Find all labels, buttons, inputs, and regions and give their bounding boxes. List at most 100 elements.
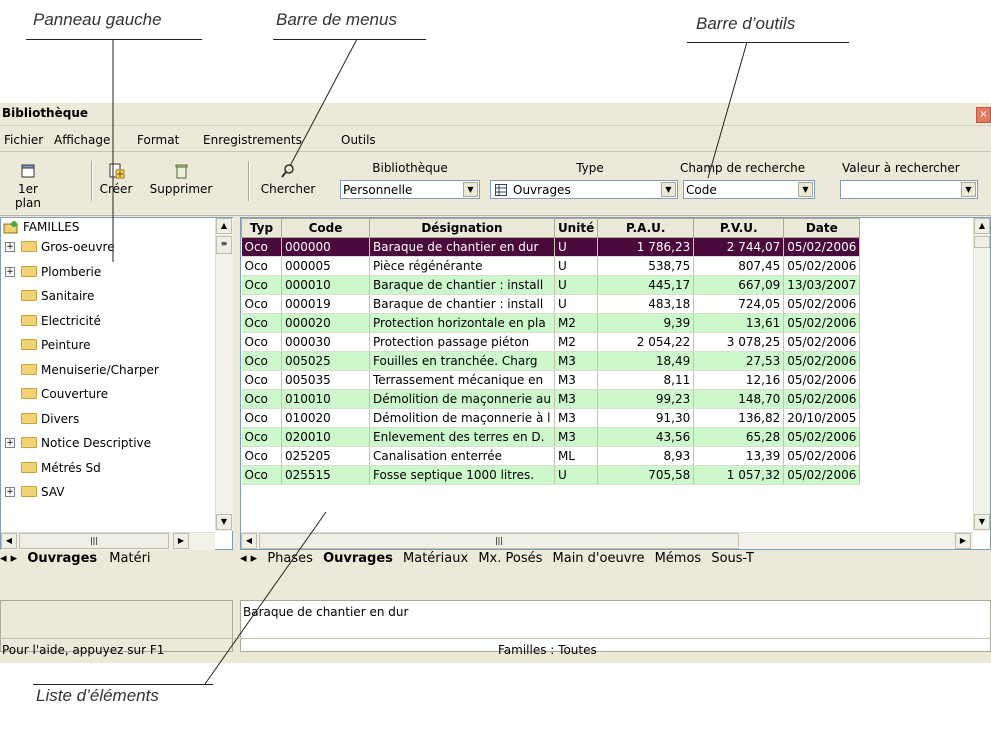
table-cell: Fouilles en tranchée. Charg <box>369 351 555 371</box>
tab-materiaux-left[interactable]: Matéri <box>109 551 150 566</box>
tab-main-doeuvre[interactable]: Main d'oeuvre <box>553 551 645 566</box>
tree-item[interactable]: Notice Descriptive <box>41 434 151 452</box>
menu-enregistrements[interactable]: Enregistrements <box>203 133 302 147</box>
toolbar-separator <box>91 161 93 201</box>
table-row[interactable]: Oco 005035 Terrassement mécanique en M3 8,11… <box>241 370 861 390</box>
table-row[interactable]: Oco 000030 Protection passage piéton M2 2 05… <box>241 332 861 352</box>
tree-root[interactable]: FAMILLES <box>23 218 79 236</box>
column-header[interactable]: P.V.U. <box>693 218 785 238</box>
table-row[interactable]: Oco 025205 Canalisation enterrée ML 8,93 13,3… <box>241 446 861 466</box>
tree-item[interactable]: Métrés Sd <box>41 459 101 477</box>
scroll-down-icon[interactable]: ▼ <box>216 514 232 530</box>
table-row[interactable]: Oco 000010 Baraque de chantier : install U 4… <box>241 275 861 295</box>
table-cell: 13,61 <box>693 313 785 333</box>
tab-phases[interactable]: Phases <box>267 551 313 566</box>
tab-materiaux[interactable]: Matériaux <box>403 551 468 566</box>
menu-fichier[interactable]: Fichier <box>4 133 43 147</box>
scroll-right-icon[interactable]: ▶ <box>955 533 971 549</box>
new-document-icon <box>109 163 125 179</box>
tree-item[interactable]: Couverture <box>41 385 108 403</box>
folder-icon <box>21 363 37 375</box>
table-row[interactable]: Oco 010010 Démolition de maçonnerie au M3 99… <box>241 389 861 409</box>
tree-item[interactable]: Menuiserie/Charper <box>41 361 159 379</box>
table-row[interactable]: Oco 025515 Fosse septique 1000 litres. U 705… <box>241 465 861 485</box>
table-row[interactable]: Oco 020010 Enlevement des terres en D. M3 43… <box>241 427 861 447</box>
tree-item[interactable]: Sanitaire <box>41 287 94 305</box>
table-cell: 05/02/2006 <box>783 446 861 466</box>
chevron-down-icon[interactable]: ▼ <box>463 182 478 197</box>
create-button[interactable]: Créer <box>96 163 136 196</box>
chevron-down-icon[interactable]: ▼ <box>961 182 976 197</box>
library-select[interactable]: Personnelle ▼ <box>340 180 480 199</box>
expand-plus-icon[interactable]: + <box>5 266 15 277</box>
tree-item[interactable]: Gros-oeuvre <box>41 238 115 256</box>
folder-icon <box>21 388 37 399</box>
scroll-left-icon[interactable]: ◀ <box>1 533 17 549</box>
column-header[interactable]: Date <box>783 218 861 238</box>
tree-item[interactable]: SAV <box>41 483 65 501</box>
table-row[interactable]: Oco 000019 Baraque de chantier : install U 4… <box>241 294 861 314</box>
search-button[interactable]: Chercher <box>258 163 318 196</box>
table-row[interactable]: Oco 010020 Démolition de maçonnerie à l M3 9… <box>241 408 861 428</box>
column-header[interactable]: Code <box>281 218 370 238</box>
table-cell: Oco <box>241 275 282 295</box>
menu-outils[interactable]: Outils <box>341 133 376 147</box>
expand-plus-icon[interactable]: + <box>5 438 15 448</box>
tab-nav-arrows[interactable]: ◂ ▸ <box>0 551 17 566</box>
scroll-thumb[interactable]: ||| <box>259 533 739 549</box>
first-plan-label: 1er plan <box>15 182 41 210</box>
table-cell: Terrassement mécanique en <box>369 370 555 390</box>
menu-affichage[interactable]: Affichage <box>54 133 110 147</box>
column-header[interactable]: Unité <box>553 218 599 238</box>
callout-underline-left <box>26 39 202 40</box>
table-cell: 2 744,07 <box>693 237 785 257</box>
table-row[interactable]: Oco 000000 Baraque de chantier en dur U 1 78… <box>241 237 861 257</box>
search-field-selected-value: Code <box>686 183 717 197</box>
tree-item[interactable]: Electricité <box>41 312 101 330</box>
search-field-select[interactable]: Code ▼ <box>683 180 815 199</box>
scroll-left-icon[interactable]: ◀ <box>241 533 257 549</box>
table-cell: Démolition de maçonnerie au <box>369 389 555 409</box>
tree-item[interactable]: Plomberie <box>41 263 101 281</box>
table-row[interactable]: Oco 000020 Protection horizontale en pla M2… <box>241 313 861 333</box>
tab-ouvrages[interactable]: Ouvrages <box>323 551 393 566</box>
tab-sous-t[interactable]: Sous-T <box>711 551 754 566</box>
search-value-input[interactable]: ▼ <box>840 180 978 199</box>
scroll-thumb[interactable] <box>974 236 990 248</box>
scroll-down-icon[interactable]: ▼ <box>974 514 990 530</box>
table-cell: Pièce régénérante <box>369 256 555 276</box>
expand-plus-icon[interactable]: + <box>5 487 15 497</box>
column-header[interactable]: Typ <box>241 218 282 238</box>
table-cell: Oco <box>241 446 282 466</box>
delete-button[interactable]: Supprimer <box>146 163 216 196</box>
tree-item[interactable]: Peinture <box>41 336 91 354</box>
table-cell: 010020 <box>281 408 370 428</box>
tab-mx-poses[interactable]: Mx. Posés <box>478 551 542 566</box>
tree-vertical-scrollbar[interactable]: ▲ ≡ ▼ <box>215 218 233 531</box>
tree-item[interactable]: Divers <box>41 410 79 428</box>
tree-horizontal-scrollbar[interactable]: ◀ ||| ▶ <box>1 532 215 550</box>
chevron-down-icon[interactable]: ▼ <box>798 182 813 197</box>
first-plan-button[interactable]: 1er plan <box>4 163 52 210</box>
column-header[interactable]: P.A.U. <box>597 218 695 238</box>
scroll-up-icon[interactable]: ▲ <box>216 218 232 234</box>
table-row[interactable]: Oco 000005 Pièce régénérante U 538,75 807,45 0… <box>241 256 861 276</box>
tab-memos[interactable]: Mémos <box>655 551 702 566</box>
scroll-right-icon[interactable]: ▶ <box>173 533 189 549</box>
chevron-down-icon[interactable]: ▼ <box>661 182 676 197</box>
type-select[interactable]: Ouvrages ▼ <box>490 180 678 199</box>
scroll-thumb[interactable]: ||| <box>19 533 169 549</box>
column-header[interactable]: Désignation <box>369 218 555 238</box>
table-row[interactable]: Oco 005025 Fouilles en tranchée. Charg M3 18… <box>241 351 861 371</box>
table-cell: 667,09 <box>693 275 785 295</box>
expand-plus-icon[interactable]: + <box>5 242 15 252</box>
scroll-thumb[interactable]: ≡ <box>216 236 232 254</box>
scroll-up-icon[interactable]: ▲ <box>974 218 990 234</box>
tab-nav-arrows[interactable]: ◂ ▸ <box>240 551 257 566</box>
menu-format[interactable]: Format <box>137 133 179 147</box>
grid-vertical-scrollbar[interactable]: ▲ ▼ <box>973 218 990 531</box>
table-cell: Fosse septique 1000 litres. <box>369 465 555 485</box>
tab-ouvrages-left[interactable]: Ouvrages <box>27 551 97 566</box>
grid-horizontal-scrollbar[interactable]: ◀ ||| ▶ <box>241 532 973 549</box>
close-icon[interactable]: × <box>976 107 991 123</box>
